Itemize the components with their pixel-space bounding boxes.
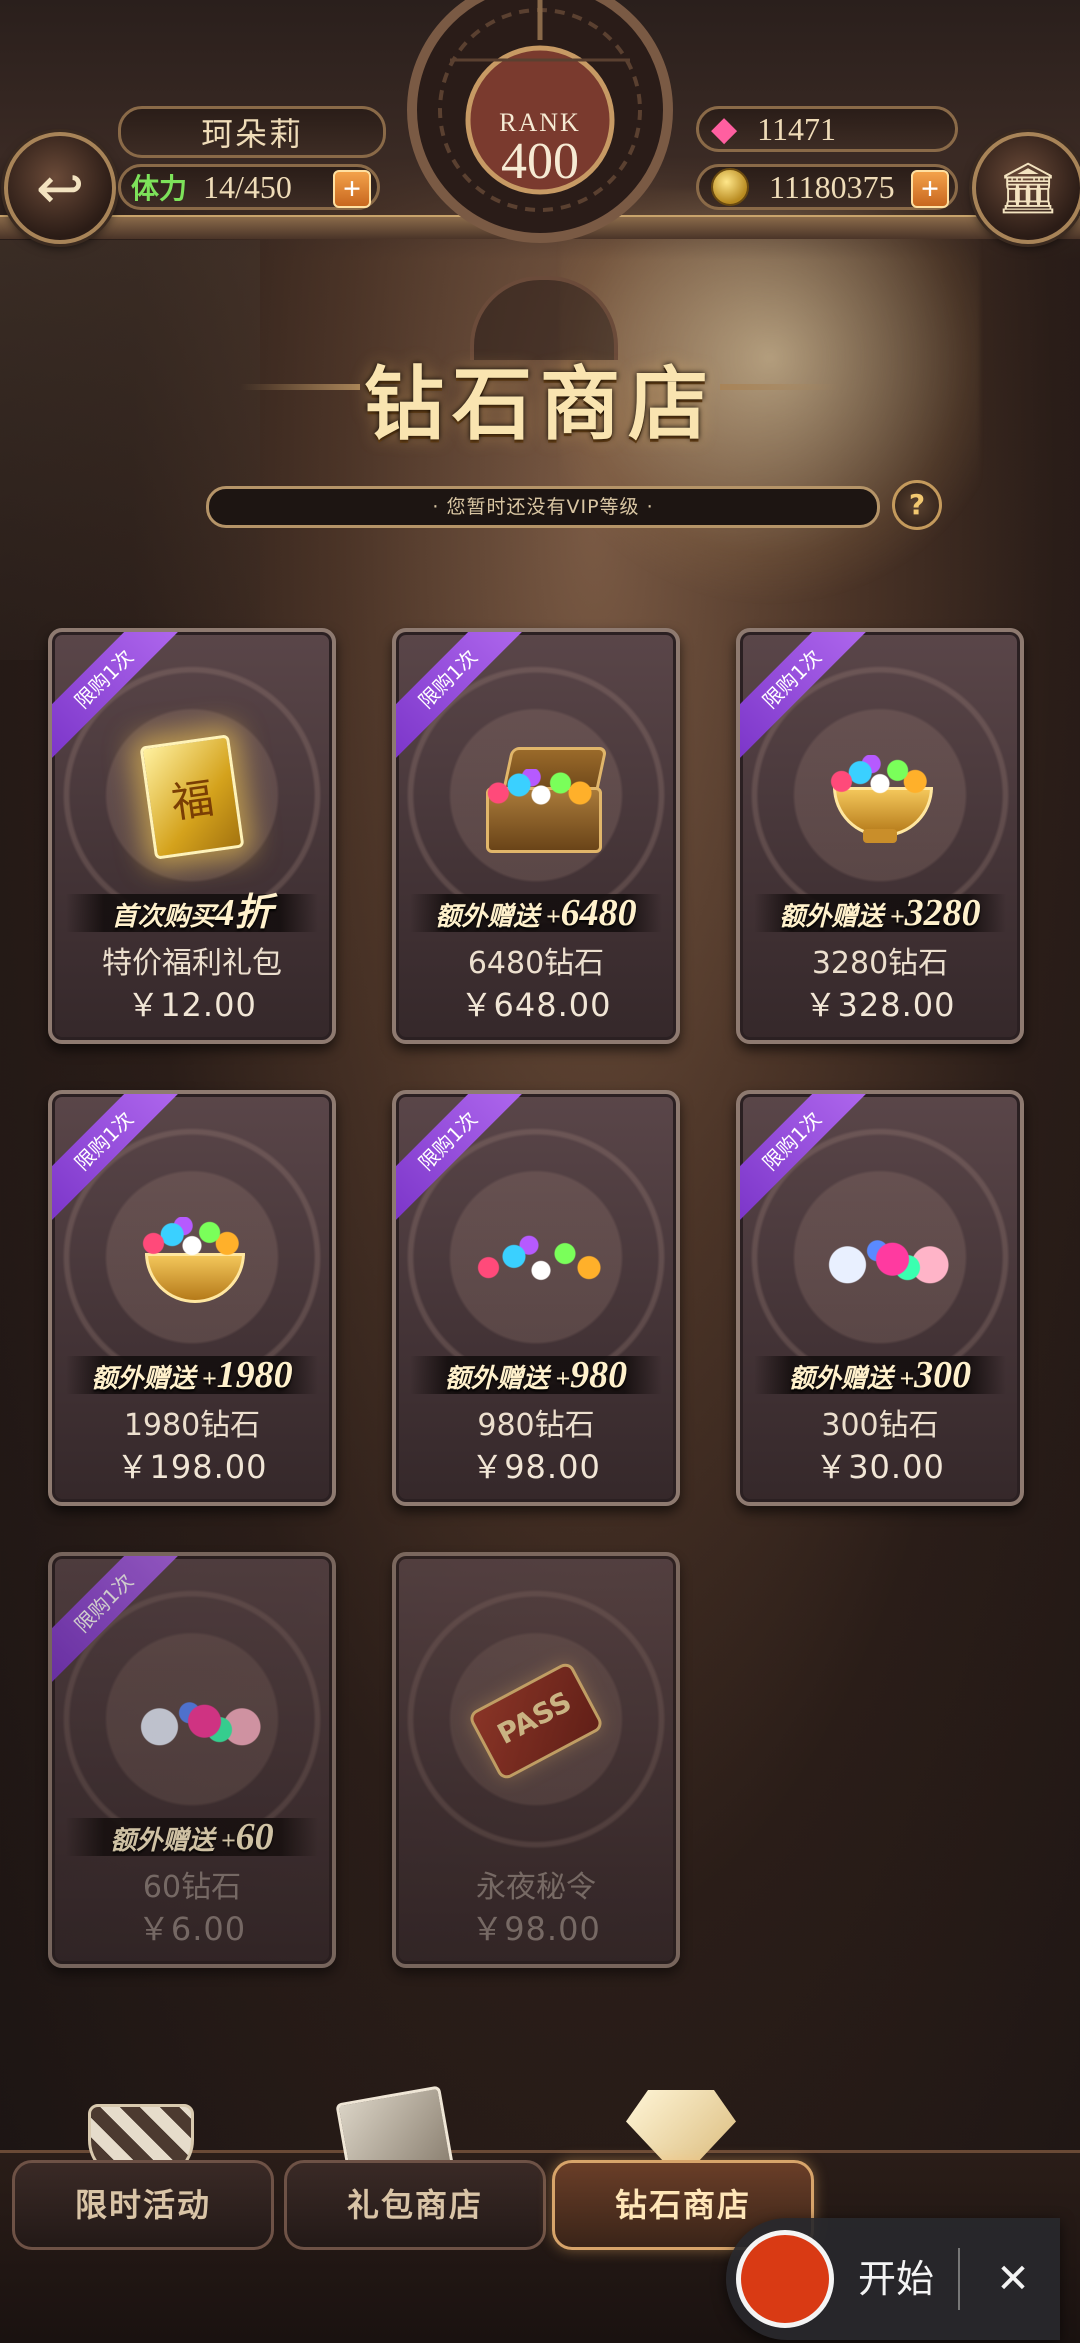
page-title: 钻石商店: [364, 357, 716, 451]
item-name: 980钻石: [477, 1408, 595, 1443]
bonus-strip: 额外赠送 +980: [410, 1356, 662, 1394]
bonus-value: 4折: [215, 892, 273, 934]
bonus-strip: 额外赠送 +60: [66, 1818, 318, 1856]
diamond-pill: ◆ 11471: [696, 106, 958, 152]
bonus-prefix: 额外赠送 +: [779, 902, 905, 931]
pass-ticket-label: PASS: [466, 1660, 606, 1782]
item-price: ￥30.00: [815, 1448, 945, 1486]
bonus-value: 60: [235, 1816, 274, 1858]
shop-card-980-diamonds[interactable]: 限购1次 额外赠送 +980 980钻石 ￥98.00: [392, 1090, 680, 1506]
stamina-value: 14/450: [203, 168, 292, 205]
back-arrow-icon: ↩: [35, 154, 85, 222]
diamond-count: 11471: [757, 110, 836, 147]
vip-notice: · 您暂时还没有VIP等级 ·: [206, 486, 880, 528]
bonus-strip: 首次购买4折: [66, 894, 318, 932]
bonus-prefix: 额外赠送 +: [435, 902, 561, 931]
shop-card-1980-diamonds[interactable]: 限购1次 额外赠送 +1980 1980钻石 ￥198.00: [48, 1090, 336, 1506]
bonus-prefix: 首次购买: [111, 902, 216, 931]
stamina-label: 体力: [131, 174, 188, 205]
divider: [958, 2248, 960, 2310]
player-name-pill: 珂朵莉: [118, 106, 386, 158]
gem-small-pile-icon: [122, 1666, 272, 1776]
shop-card-60-diamonds[interactable]: 限购1次 额外赠送 +60 60钻石 ￥6.00: [48, 1552, 336, 1968]
item-price: ￥328.00: [804, 986, 956, 1024]
shop-card-3280-diamonds[interactable]: 限购1次 额外赠送 +3280 3280钻石 ￥328.00: [736, 628, 1024, 1044]
stamina-pill: 体力 14/450 +: [118, 164, 380, 210]
gem-bowl-icon: [810, 742, 950, 852]
shop-card-300-diamonds[interactable]: 限购1次 额外赠送 +300 300钻石 ￥30.00: [736, 1090, 1024, 1506]
fu-card-icon: 福: [122, 734, 262, 860]
close-icon[interactable]: ✕: [978, 2218, 1048, 2340]
bank-button[interactable]: 🏛: [972, 132, 1080, 244]
shop-card-welfare-pack[interactable]: 限购1次 福 首次购买4折 特价福利礼包 ￥12.00: [48, 628, 336, 1044]
item-name: 永夜秘令: [476, 1870, 596, 1905]
screen-recorder-widget: 开始 ✕: [726, 2218, 1060, 2340]
record-start-label[interactable]: 开始: [858, 2218, 934, 2340]
tab-limited-events[interactable]: 限时活动: [12, 2160, 274, 2250]
item-name: 60钻石: [142, 1870, 242, 1905]
gold-coin-icon: [711, 168, 749, 206]
rank-value: 400: [501, 133, 579, 190]
item-price: ￥6.00: [137, 1910, 247, 1948]
shop-card-6480-diamonds[interactable]: 限购1次 额外赠送 +6480 6480钻石 ￥648.00: [392, 628, 680, 1044]
gem-bowl-icon: [122, 1204, 262, 1314]
pass-ticket-icon: PASS: [466, 1660, 606, 1782]
diamond-icon: ◆: [711, 111, 738, 148]
help-button[interactable]: ?: [892, 480, 942, 530]
gem-pile-icon: [466, 1204, 616, 1314]
bonus-value: 980: [570, 1354, 628, 1396]
item-name: 3280钻石: [811, 946, 949, 981]
add-gold-button[interactable]: +: [911, 170, 949, 208]
bonus-value: 1980: [216, 1354, 293, 1396]
bonus-value: 6480: [560, 892, 637, 934]
bonus-value: 300: [914, 1354, 972, 1396]
bonus-strip: 额外赠送 +6480: [410, 894, 662, 932]
bonus-value: 3280: [904, 892, 981, 934]
player-name: 珂朵莉: [200, 116, 303, 152]
bonus-strip: 额外赠送 +3280: [754, 894, 1006, 932]
add-stamina-button[interactable]: +: [333, 170, 371, 208]
item-name: 特价福利礼包: [102, 946, 282, 981]
item-price: ￥198.00: [116, 1448, 268, 1486]
bonus-prefix: 额外赠送 +: [110, 1826, 236, 1855]
item-price: ￥648.00: [460, 986, 612, 1024]
item-name: 6480钻石: [467, 946, 605, 981]
shop-card-eternal-night-pass[interactable]: PASS 永夜秘令 ￥98.00: [392, 1552, 680, 1968]
tab-gift-shop[interactable]: 礼包商店: [284, 2160, 546, 2250]
gem-small-pile-icon: [810, 1204, 960, 1314]
bonus-strip: 额外赠送 +300: [754, 1356, 1006, 1394]
item-price: ￥98.00: [471, 1910, 601, 1948]
gold-pill: 11180375 +: [696, 164, 958, 210]
back-button[interactable]: ↩: [4, 132, 116, 244]
item-price: ￥98.00: [471, 1448, 601, 1486]
bonus-prefix: 额外赠送 +: [788, 1364, 915, 1393]
item-name: 1980钻石: [123, 1408, 261, 1443]
treasure-chest-icon: [466, 742, 608, 853]
bank-building-icon: 🏛: [996, 158, 1060, 217]
gold-count: 11180375: [769, 168, 895, 205]
item-name: 300钻石: [821, 1408, 939, 1443]
bonus-strip: 额外赠送 +1980: [66, 1356, 318, 1394]
record-button[interactable]: [736, 2230, 834, 2328]
item-price: ￥12.00: [127, 986, 257, 1024]
bonus-prefix: 额外赠送 +: [444, 1364, 571, 1393]
bonus-prefix: 额外赠送 +: [91, 1364, 217, 1393]
